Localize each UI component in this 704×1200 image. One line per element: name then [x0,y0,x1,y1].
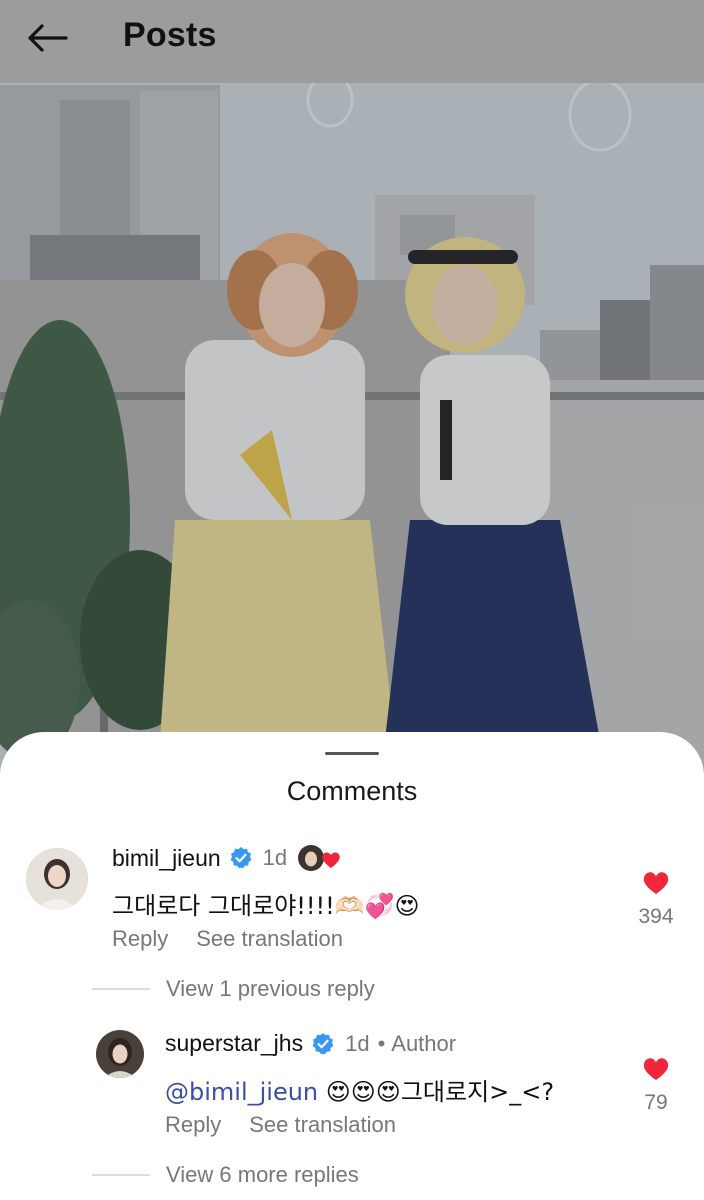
heart-icon [322,852,340,868]
like-control[interactable]: 394 [626,870,686,929]
verified-badge-icon [312,1032,334,1054]
like-count: 79 [644,1091,668,1114]
see-translation-button[interactable]: See translation [249,1112,396,1138]
liked-by-author-badge [297,844,343,872]
heart-icon[interactable] [642,870,670,896]
comment-time: 1d [262,845,288,870]
arrow-left-icon [28,24,68,52]
reply-body: 😍😍😍그대로지>_<? [318,1078,555,1106]
username[interactable]: bimil_jieun [112,845,221,872]
reply-time: 1d [345,1030,370,1056]
reply-button[interactable]: Reply [165,1112,221,1138]
avatar[interactable] [26,848,88,910]
top-bar: Posts [0,0,704,83]
like-control[interactable]: 79 [626,1056,686,1115]
sheet-drag-handle[interactable] [325,752,379,755]
back-button[interactable] [22,18,72,58]
username[interactable]: superstar_jhs [165,1030,303,1057]
photo-dim-overlay [0,0,704,780]
author-badge: Author [391,1030,457,1056]
avatar[interactable] [96,1030,144,1078]
like-count: 394 [638,905,674,928]
view-previous-replies[interactable]: View 1 previous reply [92,976,375,1002]
view-more-replies-label[interactable]: View 6 more replies [166,1162,359,1188]
view-more-replies[interactable]: View 6 more replies [92,1162,359,1188]
post-photo [0,0,704,780]
comment-text: 그대로다 그대로야!!!!🫶🏻💞😍 [112,892,420,920]
separator-dot: • [377,1030,386,1056]
sheet-title: Comments [286,776,418,806]
view-previous-replies-label[interactable]: View 1 previous reply [166,976,375,1002]
thread-divider-line [92,988,150,990]
comment-actions: Reply See translation [112,926,343,952]
page-title: Posts [123,16,217,54]
verified-badge-icon [230,847,252,869]
reply-text: @bimil_jieun 😍😍😍그대로지>_<? [165,1072,554,1107]
comment-header: bimil_jieun 1d [112,844,343,872]
comments-sheet: Comments bimil_jieun 1d 그대로다 그대로야!!!!🫶🏻💞… [0,732,704,1200]
see-translation-button[interactable]: See translation [196,926,343,952]
heart-icon[interactable] [642,1056,670,1082]
mention-link[interactable]: @bimil_jieun [165,1078,318,1106]
reply-header: superstar_jhs 1d • Author [165,1030,456,1057]
reply-button[interactable]: Reply [112,926,168,952]
thread-divider-line [92,1174,150,1176]
reply-actions: Reply See translation [165,1112,396,1138]
